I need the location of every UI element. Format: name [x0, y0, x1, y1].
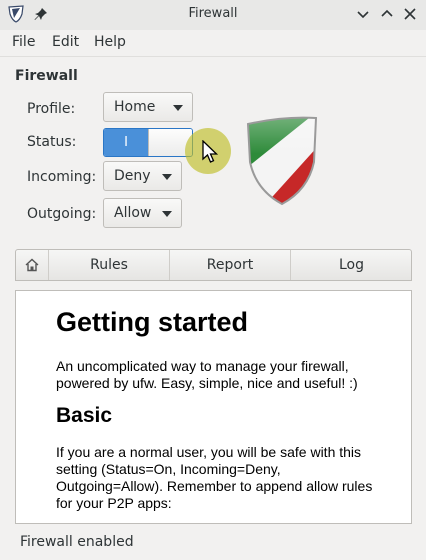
tab-report[interactable]: Report	[169, 250, 290, 280]
outgoing-label: Outgoing:	[27, 206, 97, 222]
menu-file[interactable]: File	[12, 34, 35, 50]
doc-title: Getting started	[56, 307, 249, 337]
incoming-value: Deny	[114, 168, 151, 184]
doc-intro: An uncomplicated way to manage your fire…	[56, 358, 358, 391]
help-content-pane[interactable]: Getting started An uncomplicated way to …	[15, 290, 412, 524]
incoming-label: Incoming:	[27, 169, 97, 185]
chevron-down-icon	[162, 174, 172, 180]
doc-basic-text: If you are a normal user, you will be sa…	[56, 444, 373, 511]
profile-value: Home	[114, 99, 156, 115]
title-bar: Firewall	[0, 0, 426, 30]
section-heading: Firewall	[15, 68, 78, 84]
switch-on-indicator: I	[104, 129, 148, 156]
menu-edit[interactable]: Edit	[52, 34, 79, 50]
chevron-down-icon	[162, 211, 172, 217]
outgoing-dropdown[interactable]: Allow	[103, 198, 182, 228]
profile-dropdown[interactable]: Home	[103, 92, 193, 122]
maximize-icon[interactable]	[378, 5, 396, 23]
help-document: Getting started An uncomplicated way to …	[56, 307, 386, 523]
profile-label: Profile:	[27, 101, 76, 117]
doc-basic-heading: Basic	[56, 404, 113, 427]
close-icon[interactable]	[401, 5, 419, 23]
tab-bar: Rules Report Log	[15, 249, 412, 281]
outgoing-value: Allow	[114, 205, 152, 221]
minimize-icon[interactable]	[354, 5, 372, 23]
menu-bar: File Edit Help	[0, 30, 426, 57]
status-switch[interactable]: I	[103, 128, 193, 157]
tab-rules[interactable]: Rules	[48, 250, 169, 280]
incoming-dropdown[interactable]: Deny	[103, 161, 182, 191]
mouse-pointer-icon	[202, 140, 219, 163]
home-icon	[25, 258, 39, 272]
status-bar-text: Firewall enabled	[20, 534, 134, 550]
status-label: Status:	[27, 134, 77, 150]
chevron-down-icon	[173, 105, 183, 111]
menu-help[interactable]: Help	[94, 34, 126, 50]
tab-log[interactable]: Log	[290, 250, 412, 280]
firewall-shield-logo	[246, 116, 318, 206]
tab-home[interactable]	[16, 250, 48, 280]
